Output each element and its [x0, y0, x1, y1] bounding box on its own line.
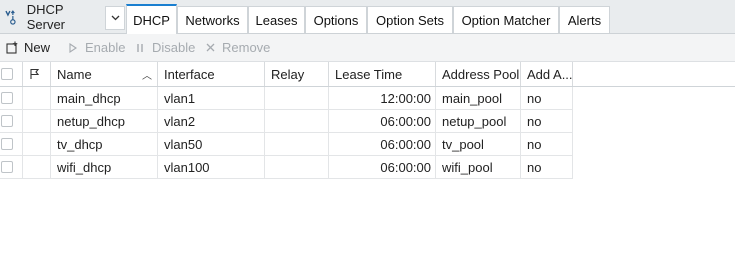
- cell-add-arp: no: [521, 156, 573, 178]
- cell-name: main_dhcp: [51, 87, 158, 109]
- table-row[interactable]: tv_dhcp vlan50 06:00:00 tv_pool no: [0, 133, 573, 156]
- table-row[interactable]: main_dhcp vlan1 12:00:00 main_pool no: [0, 87, 573, 110]
- new-button[interactable]: New: [5, 34, 50, 61]
- sort-ascending-icon: ︿: [142, 70, 152, 82]
- cell-add-arp: no: [521, 133, 573, 155]
- cell-interface: vlan2: [158, 110, 265, 132]
- column-header-lease-time[interactable]: Lease Time: [329, 62, 436, 86]
- cell-lease-time: 06:00:00: [329, 156, 436, 178]
- row-flag-cell: [23, 110, 51, 132]
- cell-relay: [265, 133, 329, 155]
- chevron-down-icon: [111, 15, 119, 21]
- tab-option-matcher[interactable]: Option Matcher: [453, 6, 559, 33]
- close-icon: [203, 41, 217, 55]
- flag-column-header[interactable]: [23, 62, 51, 86]
- table-row[interactable]: wifi_dhcp vlan100 06:00:00 wifi_pool no: [0, 156, 573, 179]
- cell-lease-time: 06:00:00: [329, 110, 436, 132]
- toolbar: New Enable Disable Remove: [0, 34, 735, 62]
- pause-icon: [133, 41, 147, 55]
- enable-button[interactable]: Enable: [66, 34, 125, 61]
- table-row[interactable]: netup_dhcp vlan2 06:00:00 netup_pool no: [0, 110, 573, 133]
- remove-button[interactable]: Remove: [203, 34, 270, 61]
- tab-dhcp[interactable]: DHCP: [126, 4, 177, 34]
- row-flag-cell: [23, 87, 51, 109]
- cell-interface: vlan100: [158, 156, 265, 178]
- new-item-icon: [5, 41, 19, 55]
- tab-option-sets[interactable]: Option Sets: [367, 6, 453, 33]
- cell-add-arp: no: [521, 110, 573, 132]
- row-flag-cell: [23, 156, 51, 178]
- cell-address-pool: tv_pool: [436, 133, 521, 155]
- tab-options[interactable]: Options: [305, 6, 367, 33]
- column-header-address-pool[interactable]: Address Pool: [436, 62, 521, 86]
- table-header-row: Name ︿ Interface Relay Lease Time Address…: [0, 62, 573, 87]
- tab-networks[interactable]: Networks: [177, 6, 248, 33]
- row-checkbox[interactable]: [0, 133, 23, 155]
- app-menu-dropdown[interactable]: [105, 6, 125, 30]
- row-flag-cell: [23, 133, 51, 155]
- cell-address-pool: main_pool: [436, 87, 521, 109]
- select-all-checkbox[interactable]: [0, 62, 23, 86]
- cell-lease-time: 06:00:00: [329, 133, 436, 155]
- row-checkbox[interactable]: [0, 110, 23, 132]
- top-tab-bar: DHCP Server DHCP Networks Leases Options…: [0, 0, 735, 34]
- cell-name: wifi_dhcp: [51, 156, 158, 178]
- cell-relay: [265, 156, 329, 178]
- cell-interface: vlan1: [158, 87, 265, 109]
- column-header-interface[interactable]: Interface: [158, 62, 265, 86]
- row-checkbox[interactable]: [0, 156, 23, 178]
- app-title-label: DHCP Server: [26, 1, 66, 32]
- cell-address-pool: netup_pool: [436, 110, 521, 132]
- cell-name: netup_dhcp: [51, 110, 158, 132]
- disable-button[interactable]: Disable: [133, 34, 195, 61]
- cell-lease-time: 12:00:00: [329, 87, 436, 109]
- cell-address-pool: wifi_pool: [436, 156, 521, 178]
- column-header-add-arp[interactable]: Add A...: [521, 62, 573, 86]
- row-checkbox[interactable]: [0, 87, 23, 109]
- column-header-name[interactable]: Name ︿: [51, 62, 158, 86]
- column-header-relay[interactable]: Relay: [265, 62, 329, 86]
- cell-relay: [265, 110, 329, 132]
- tab-alerts[interactable]: Alerts: [559, 6, 610, 33]
- cell-add-arp: no: [521, 87, 573, 109]
- dhcp-server-icon: [5, 9, 16, 25]
- cell-relay: [265, 87, 329, 109]
- cell-interface: vlan50: [158, 133, 265, 155]
- app-title: DHCP Server: [0, 0, 104, 33]
- play-icon: [66, 41, 80, 55]
- flag-icon: [30, 68, 40, 79]
- tab-leases[interactable]: Leases: [248, 6, 305, 33]
- table-header-filler: [573, 62, 735, 87]
- cell-name: tv_dhcp: [51, 133, 158, 155]
